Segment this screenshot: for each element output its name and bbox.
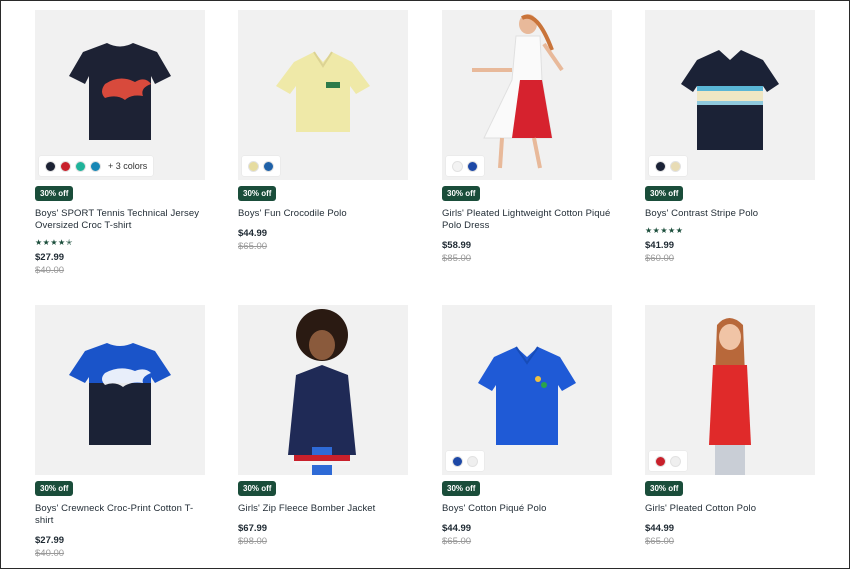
original-price: $65.00 (442, 536, 472, 547)
swatch-navy[interactable] (655, 160, 666, 172)
product-name[interactable]: Boys' Cotton Piqué Polo (442, 503, 612, 515)
product-name[interactable]: Boys' Crewneck Croc-Print Cotton T-shirt (35, 503, 205, 527)
swatch-blue[interactable] (467, 160, 478, 172)
tshirt-image (69, 43, 171, 140)
more-colors-link[interactable]: + 3 colors (108, 161, 147, 171)
swatch-red[interactable] (655, 455, 666, 467)
tshirt-image (69, 343, 171, 445)
color-swatches (242, 156, 280, 176)
discount-badge: 30% off (238, 481, 277, 496)
product-image[interactable] (238, 305, 408, 475)
product-card[interactable]: 30% off Boys' Contrast Stripe Polo ★★★★★… (645, 10, 815, 264)
color-swatches (649, 156, 687, 176)
swatch-navy[interactable] (45, 160, 56, 172)
sale-price: $41.99 (645, 240, 675, 251)
original-price: $40.00 (35, 265, 65, 276)
product-name[interactable]: Girls' Zip Fleece Bomber Jacket (238, 503, 408, 515)
girl-polo-image (709, 318, 751, 475)
discount-badge: 30% off (442, 186, 481, 201)
discount-badge: 30% off (238, 186, 277, 201)
product-image[interactable] (35, 305, 205, 475)
girl-jacket-image (288, 309, 356, 475)
original-price: $98.00 (238, 536, 268, 547)
discount-badge: 30% off (645, 481, 684, 496)
original-price: $40.00 (35, 548, 65, 559)
swatch-yellow[interactable] (248, 160, 259, 172)
stripe-polo-image (681, 50, 779, 150)
sale-price: $27.99 (35, 252, 65, 263)
product-card[interactable]: 30% off Boys' Cotton Piqué Polo $44.99 $… (442, 305, 612, 547)
discount-badge: 30% off (645, 186, 684, 201)
swatch-blue[interactable] (263, 160, 274, 172)
polo-image (478, 346, 576, 445)
swatch-red[interactable] (60, 160, 71, 172)
sale-price: $44.99 (442, 523, 472, 534)
product-image[interactable] (645, 10, 815, 180)
discount-badge: 30% off (35, 186, 74, 201)
rating-stars: ★★★★✭ (35, 238, 73, 247)
product-name[interactable]: Boys' SPORT Tennis Technical Jersey Over… (35, 208, 205, 232)
product-card[interactable]: 30% off Girls' Pleated Lightweight Cotto… (442, 10, 612, 264)
original-price: $85.00 (442, 253, 472, 264)
product-image[interactable] (238, 10, 408, 180)
girl-dress-image (472, 14, 564, 169)
original-price: $65.00 (645, 536, 675, 547)
swatch-white[interactable] (467, 455, 478, 467)
swatch-green[interactable] (75, 160, 86, 172)
color-swatches (649, 451, 687, 471)
swatch-blue[interactable] (452, 455, 463, 467)
product-image[interactable]: + 3 colors (35, 10, 205, 180)
color-swatches (446, 451, 484, 471)
sale-price: $67.99 (238, 523, 268, 534)
product-image[interactable] (442, 305, 612, 475)
sale-price: $58.99 (442, 240, 472, 251)
product-card[interactable]: 30% off Boys' Fun Crocodile Polo $44.99 … (238, 10, 408, 252)
swatch-stripe[interactable] (670, 160, 681, 172)
product-name[interactable]: Boys' Contrast Stripe Polo (645, 208, 815, 220)
swatch-white[interactable] (670, 455, 681, 467)
sale-price: $27.99 (35, 535, 65, 546)
color-swatches (446, 156, 484, 176)
product-card[interactable]: + 3 colors 30% off Boys' SPORT Tennis Te… (35, 10, 205, 276)
original-price: $60.00 (645, 253, 675, 264)
discount-badge: 30% off (442, 481, 481, 496)
product-card[interactable]: 30% off Girls' Zip Fleece Bomber Jacket … (238, 305, 408, 547)
product-image[interactable] (645, 305, 815, 475)
product-name[interactable]: Girls' Pleated Cotton Polo (645, 503, 815, 515)
product-name[interactable]: Girls' Pleated Lightweight Cotton Piqué … (442, 208, 612, 232)
sale-price: $44.99 (238, 228, 268, 239)
product-card[interactable]: 30% off Girls' Pleated Cotton Polo $44.9… (645, 305, 815, 547)
sale-price: $44.99 (645, 523, 675, 534)
discount-badge: 30% off (35, 481, 74, 496)
product-card[interactable]: 30% off Boys' Crewneck Croc-Print Cotton… (35, 305, 205, 559)
product-name[interactable]: Boys' Fun Crocodile Polo (238, 208, 408, 220)
rating-stars: ★★★★★ (645, 226, 684, 235)
color-swatches: + 3 colors (39, 156, 154, 176)
swatch-white[interactable] (452, 160, 463, 172)
swatch-blue[interactable] (90, 160, 101, 172)
original-price: $65.00 (238, 241, 268, 252)
product-image[interactable] (442, 10, 612, 180)
polo-image (276, 51, 370, 132)
